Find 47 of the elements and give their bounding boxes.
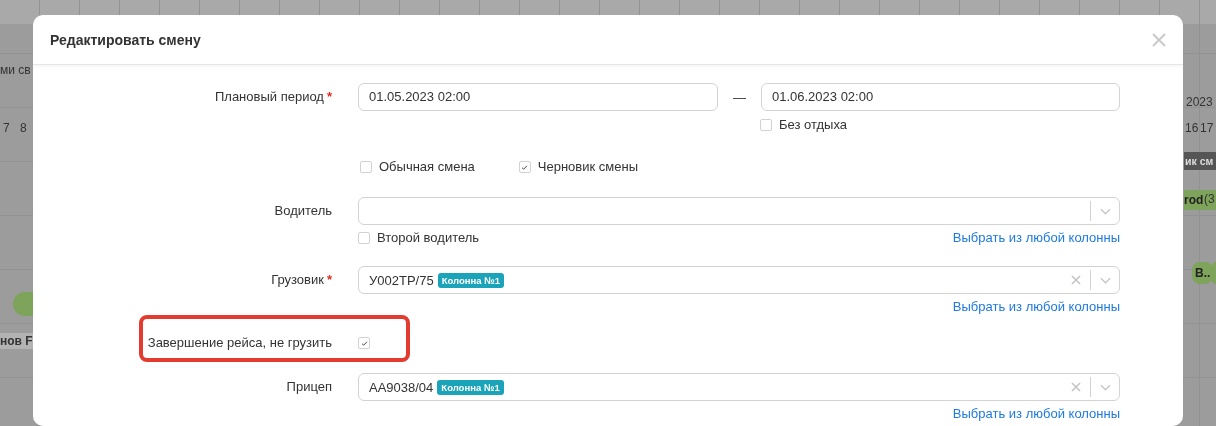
range-separator: —	[732, 89, 747, 105]
required-mark: *	[326, 272, 332, 287]
calendar-text: ми св	[0, 62, 31, 78]
field-label: Плановый период *	[214, 88, 332, 106]
calendar-text: (3	[1204, 191, 1215, 207]
checkmark-icon	[359, 338, 369, 348]
column-tag: Колонна №1	[437, 272, 504, 288]
select-field[interactable]: У002ТР/75 Колонна №1	[358, 266, 1120, 294]
checkbox[interactable]	[358, 232, 370, 244]
checkbox-label: Второй водитель	[377, 229, 480, 247]
checkbox[interactable]	[358, 337, 370, 349]
choose-any-column-link[interactable]: Выбрать из любой колонны	[952, 229, 1120, 247]
select-field[interactable]: АА9038/04 Колонна №1	[358, 373, 1120, 401]
checkbox[interactable]	[360, 161, 372, 173]
checkmark-icon	[520, 162, 530, 172]
close-icon[interactable]	[1152, 32, 1166, 47]
chevron-down-icon[interactable]	[1100, 207, 1111, 215]
choose-any-column-link[interactable]: Выбрать из любой колонны	[952, 405, 1120, 423]
date-input[interactable]: 01.05.2023 02:00	[358, 83, 719, 111]
calendar-text: 16	[1185, 120, 1199, 136]
calendar-text: 8	[20, 120, 27, 136]
required-mark: *	[326, 89, 332, 104]
column-tag: Колонна №1	[437, 379, 504, 395]
checkbox[interactable]	[518, 161, 531, 173]
calendar-text: В..	[1192, 262, 1214, 284]
checkbox-label: Без отдыха	[779, 116, 848, 134]
dialog-title: Редактировать смену	[50, 31, 201, 48]
choose-any-column-link[interactable]: Выбрать из любой колонны	[952, 298, 1120, 316]
clear-icon[interactable]	[1071, 275, 1081, 285]
calendar-text: 2023	[1186, 94, 1213, 110]
select-value: У002ТР/75	[369, 272, 434, 288]
select-value: АА9038/04	[369, 379, 434, 395]
calendar-text: 7	[3, 120, 10, 136]
field-label: Грузовик *	[271, 271, 332, 289]
field-label: Водитель	[274, 202, 332, 220]
date-input[interactable]: 01.06.2023 02:00	[760, 83, 1120, 111]
calendar-text: ик см	[1184, 152, 1216, 170]
checkbox-label: Обычная смена	[379, 158, 475, 176]
checkbox-label: Черновик смены	[537, 158, 638, 176]
field-label: Завершение рейса, не грузить	[147, 334, 332, 352]
clear-icon[interactable]	[1071, 382, 1081, 392]
checkbox[interactable]	[760, 119, 772, 131]
select-field[interactable]	[358, 197, 1120, 225]
chevron-down-icon[interactable]	[1100, 383, 1111, 391]
field-label: Прицеп	[286, 378, 332, 396]
chevron-down-icon[interactable]	[1100, 276, 1111, 284]
calendar-text: 17	[1200, 120, 1214, 136]
